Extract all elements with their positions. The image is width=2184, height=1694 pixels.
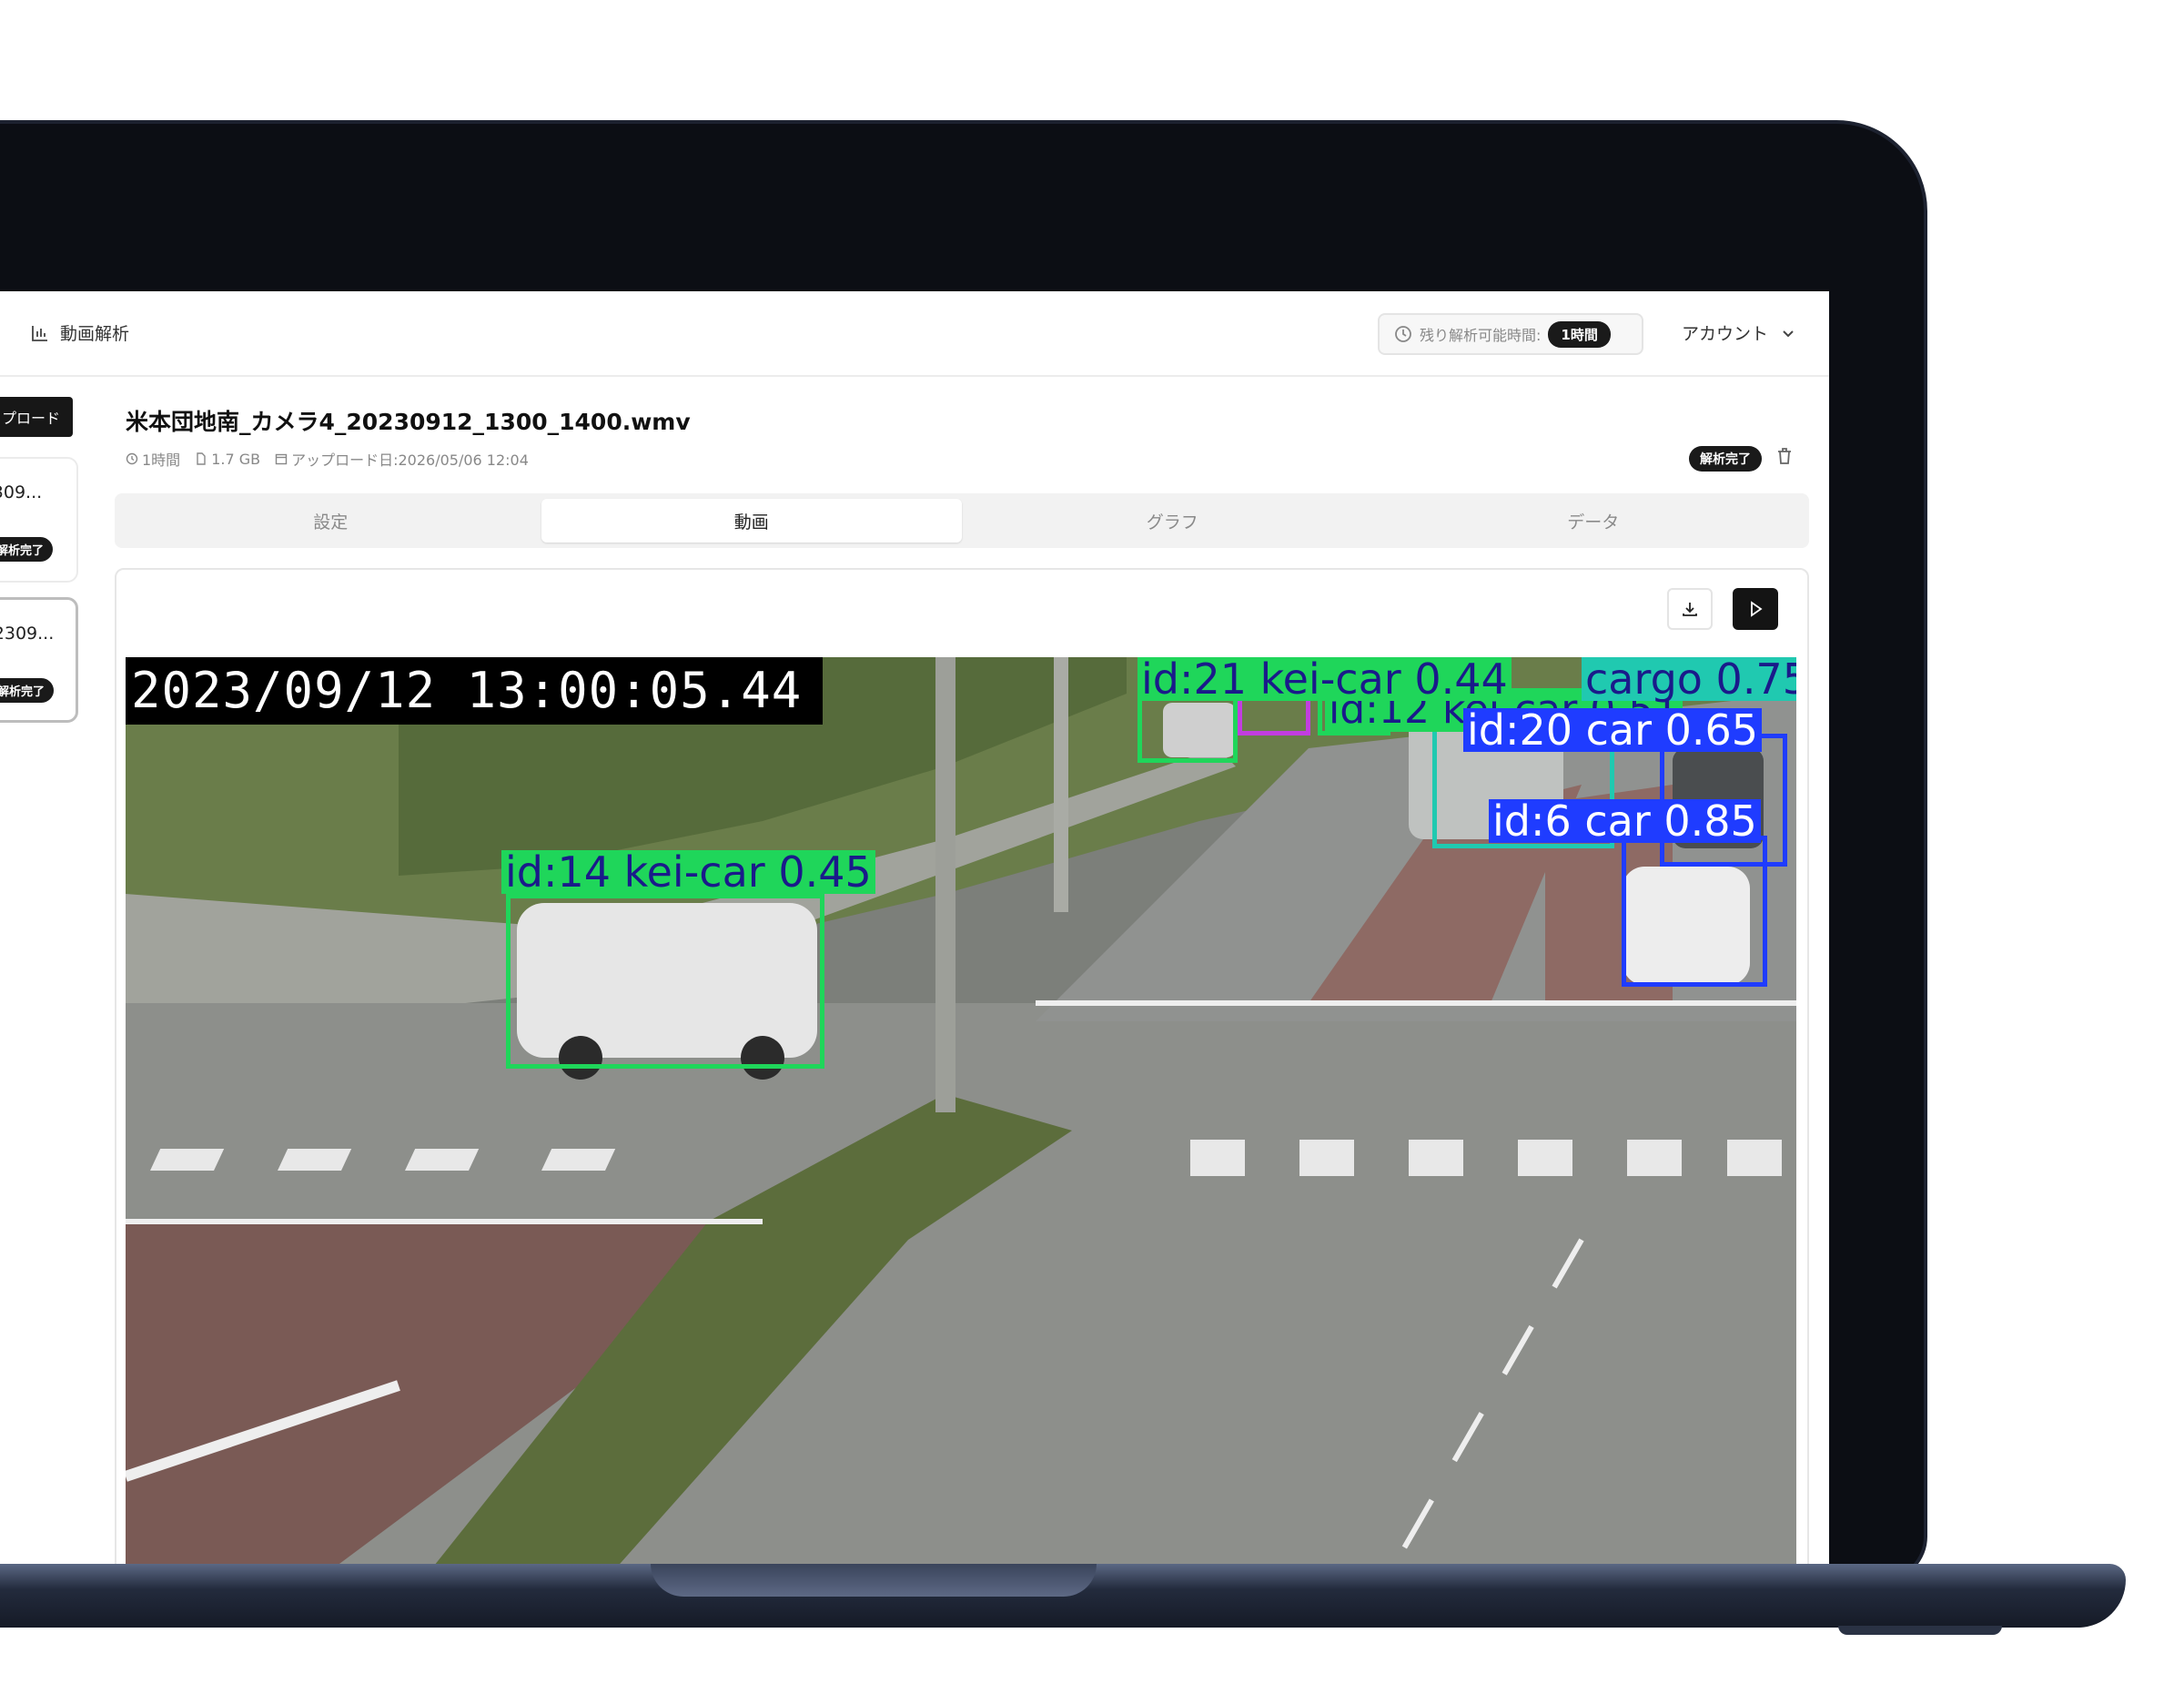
file-title: 米本団地南_カメラ4_20230912_1300_1400.wmv	[126, 409, 691, 435]
play-icon	[1751, 601, 1763, 617]
detection-label: id:14 kei-car 0.45	[501, 850, 875, 894]
status-badge: 解析完了	[1689, 446, 1762, 472]
sidebar-file-item[interactable]: _202309... まで 解析完了	[0, 457, 78, 583]
download-button[interactable]	[1667, 588, 1713, 630]
file-meta: 1時間 1.7 GB アップロード日:2026/05/06 12:04	[126, 448, 529, 470]
app-screen: AI˜ 動画解析 残り解析可能時間: 1時間 アカウント アップロード _202…	[0, 291, 1829, 1626]
account-menu[interactable]: アカウント	[1682, 320, 1795, 345]
delete-button[interactable]	[1774, 446, 1795, 470]
tab-settings[interactable]: 設定	[120, 499, 541, 543]
status-badge: 解析完了	[0, 678, 55, 703]
laptop-bezel: AI˜ 動画解析 残り解析可能時間: 1時間 アカウント アップロード _202…	[0, 120, 1927, 1626]
tab-video[interactable]: 動画	[541, 499, 962, 543]
laptop-notch	[651, 1564, 1097, 1597]
remaining-label: 残り解析可能時間:	[1420, 327, 1542, 344]
laptop-foot	[1838, 1626, 2002, 1635]
nav-video-analysis[interactable]: 動画解析	[31, 320, 129, 345]
meta-uploaded-text: アップロード日:2026/05/06 12:04	[291, 451, 529, 469]
meta-size: 1.7 GB	[195, 451, 260, 468]
meta-uploaded: アップロード日:2026/05/06 12:04	[275, 448, 529, 470]
video-timestamp: 2023/09/12 13:00:05.44	[126, 657, 823, 725]
remaining-time: 残り解析可能時間: 1時間	[1378, 313, 1643, 355]
detection-label: cargo 0.75	[1582, 657, 1796, 701]
top-bar: AI˜ 動画解析 残り解析可能時間: 1時間 アカウント	[0, 291, 1829, 377]
detection-label: id:6 car 0.85	[1489, 799, 1761, 843]
sidebar-file-item[interactable]: 4_202309... まで 解析完了	[0, 597, 78, 723]
tab-graph[interactable]: グラフ	[962, 499, 1383, 543]
clock-icon	[1395, 326, 1411, 342]
sidebar-file-name: _202309...	[0, 482, 43, 502]
detection-label: id:20 car 0.65	[1463, 708, 1763, 752]
upload-button[interactable]: アップロード	[0, 397, 73, 437]
download-icon	[1683, 603, 1697, 616]
bar-chart-icon	[32, 325, 47, 341]
view-tabs: 設定 動画 グラフ データ	[115, 493, 1809, 548]
meta-duration-text: 1時間	[142, 451, 181, 469]
trash-icon	[1778, 448, 1791, 464]
account-label: アカウント	[1682, 324, 1769, 344]
detection-box	[506, 894, 824, 1069]
sidebar-file-name: 4_202309...	[0, 624, 55, 644]
detection-box	[1622, 836, 1767, 987]
file-icon	[197, 452, 206, 465]
clock-icon	[126, 452, 138, 465]
detection-box	[1138, 694, 1238, 763]
status-badge: 解析完了	[0, 537, 54, 562]
tab-data[interactable]: データ	[1383, 499, 1805, 543]
video-card: id:14 kei-car 0.45 id:12 kei-car 0.51 ca…	[115, 568, 1809, 1593]
video-frame[interactable]: id:14 kei-car 0.45 id:12 kei-car 0.51 ca…	[126, 657, 1796, 1587]
chevron-down-icon	[1783, 330, 1794, 337]
remaining-value: 1時間	[1548, 320, 1611, 348]
meta-size-text: 1.7 GB	[211, 450, 261, 468]
calendar-icon	[275, 453, 288, 465]
nav-label: 動画解析	[60, 324, 130, 344]
play-button[interactable]	[1733, 588, 1778, 630]
detection-label: id:21 kei-car 0.44	[1138, 657, 1512, 701]
upload-label: アップロード	[0, 410, 61, 427]
meta-duration: 1時間	[126, 448, 180, 470]
